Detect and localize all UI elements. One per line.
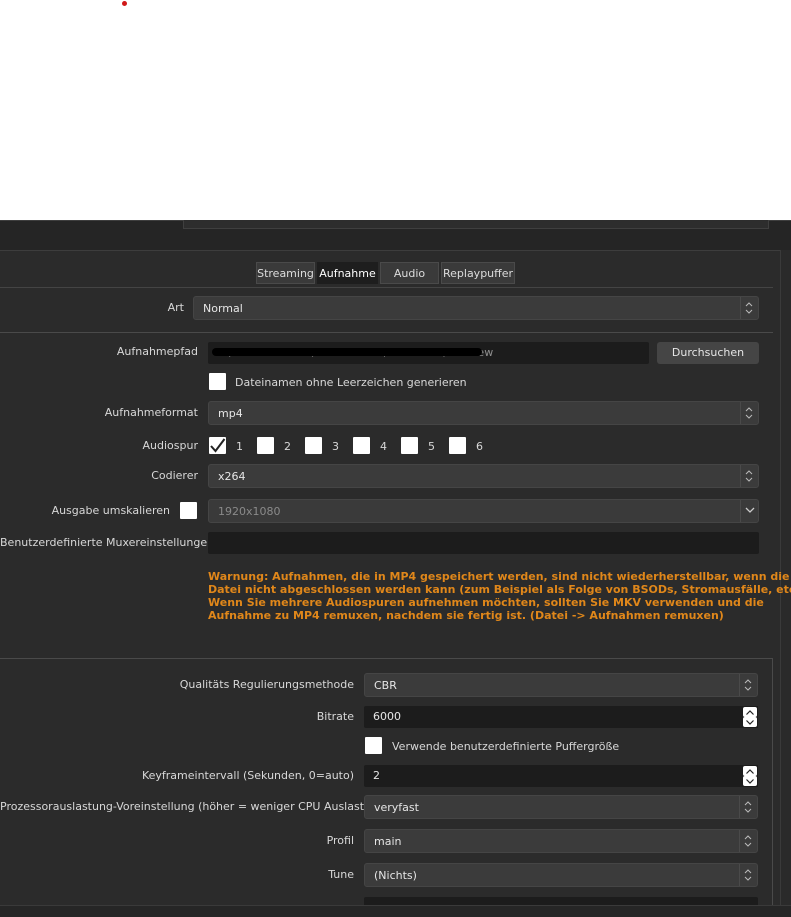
audio-track-1-label: 1 xyxy=(236,440,243,453)
warning-line: Wenn Sie mehrere Audiospuren aufnehmen m… xyxy=(208,596,764,609)
preset-select[interactable]: veryfast xyxy=(364,795,758,819)
format-label: Aufnahmeformat xyxy=(104,406,198,419)
audio-track-4-checkbox[interactable] xyxy=(353,437,370,454)
stepper-up-icon[interactable] xyxy=(743,766,757,776)
rescale-select-value: 1920x1080 xyxy=(218,505,281,518)
encoder-label: Codierer xyxy=(151,469,198,482)
profile-label: Profil xyxy=(326,834,354,847)
warning-line: Datei nicht abgeschlossen werden kann (z… xyxy=(208,583,791,596)
no-spaces-label: Dateinamen ohne Leerzeichen generieren xyxy=(235,376,467,389)
preset-label: Prozessorauslastung-Voreinstellung (höhe… xyxy=(0,800,390,813)
audio-track-3-label: 3 xyxy=(332,440,339,453)
updown-icon xyxy=(739,674,757,696)
tab-audio[interactable]: Audio xyxy=(380,262,439,284)
bitrate-input[interactable]: 6000 xyxy=(364,706,758,728)
tune-select-value: (Nichts) xyxy=(374,869,417,882)
tab-streaming[interactable]: Streaming xyxy=(256,262,315,284)
rescale-select[interactable]: 1920x1080 xyxy=(208,499,759,523)
audio-track-2-label: 2 xyxy=(284,440,291,453)
rescale-label: Ausgabe umskalieren xyxy=(51,504,170,517)
warning-line: Warnung: Aufnahmen, die in MP4 gespeiche… xyxy=(208,570,790,583)
warning-line: Aufnahme zu MP4 remuxen, nachdem sie fer… xyxy=(208,609,724,622)
updown-icon xyxy=(740,465,758,487)
keyframe-input[interactable]: 2 xyxy=(364,765,758,787)
bitrate-input-value: 6000 xyxy=(373,710,401,723)
audio-track-5-checkbox[interactable] xyxy=(401,437,418,454)
red-dot-marker xyxy=(122,1,127,6)
keyframe-input-value: 2 xyxy=(373,769,380,782)
mux-label: Benutzerdefinierte Muxereinstellungen xyxy=(0,536,215,549)
updown-icon xyxy=(740,297,758,319)
rescale-checkbox[interactable] xyxy=(180,502,197,519)
format-select[interactable]: mp4 xyxy=(208,401,759,425)
rate-control-select[interactable]: CBR xyxy=(364,673,758,697)
top-strip-box xyxy=(183,220,769,229)
updown-icon xyxy=(739,864,757,886)
chevron-down-icon xyxy=(740,500,758,522)
stepper-down-icon[interactable] xyxy=(743,717,757,727)
encoder-select[interactable]: x264 xyxy=(208,464,759,488)
custom-buffer-label: Verwende benutzerdefinierte Puffergröße xyxy=(392,740,620,753)
bitrate-stepper[interactable] xyxy=(742,706,758,728)
bitrate-label: Bitrate xyxy=(316,710,354,723)
encoder-select-value: x264 xyxy=(218,470,246,483)
profile-select[interactable]: main xyxy=(364,829,758,853)
keyframe-stepper[interactable] xyxy=(742,765,758,787)
audio-track-2-checkbox[interactable] xyxy=(257,437,274,454)
tab-replaypuffer[interactable]: Replaypuffer xyxy=(441,262,515,284)
rate-control-select-value: CBR xyxy=(374,679,397,692)
mux-input[interactable] xyxy=(208,532,759,554)
rate-control-label: Qualitäts Regulierungsmethode xyxy=(179,678,354,691)
keyframe-label: Keyframeintervall (Sekunden, 0=auto) xyxy=(141,769,354,782)
blank-canvas-area xyxy=(0,0,791,220)
preset-select-value: veryfast xyxy=(374,801,419,814)
audio-track-6-checkbox[interactable] xyxy=(449,437,466,454)
custom-buffer-checkbox[interactable] xyxy=(365,737,382,754)
type-select-value: Normal xyxy=(203,302,243,315)
no-spaces-checkbox[interactable] xyxy=(209,373,226,390)
redaction-bar xyxy=(212,348,482,356)
updown-icon xyxy=(739,796,757,818)
path-label: Aufnahmepfad xyxy=(116,345,198,358)
browse-button[interactable]: Durchsuchen xyxy=(657,342,759,364)
checkmark-icon xyxy=(210,438,226,453)
type-label: Art xyxy=(167,301,184,314)
mp4-warning: Warnung: Aufnahmen, die in MP4 gespeiche… xyxy=(208,570,791,622)
audio-track-5-label: 5 xyxy=(428,440,435,453)
profile-select-value: main xyxy=(374,835,402,848)
bottom-bar xyxy=(0,905,791,917)
audio-track-1-checkbox[interactable] xyxy=(209,437,226,454)
type-select[interactable]: Normal xyxy=(193,296,759,320)
tab-aufnahme[interactable]: Aufnahme xyxy=(317,262,378,284)
stepper-up-icon[interactable] xyxy=(743,707,757,717)
audio-track-6-label: 6 xyxy=(476,440,483,453)
audio-track-4-label: 4 xyxy=(380,440,387,453)
divider xyxy=(0,250,780,251)
tune-select[interactable]: (Nichts) xyxy=(364,863,758,887)
updown-icon xyxy=(739,830,757,852)
updown-icon xyxy=(740,402,758,424)
audio-track-label: Audiospur xyxy=(142,439,198,452)
tune-label: Tune xyxy=(328,868,354,881)
stepper-down-icon[interactable] xyxy=(743,776,757,786)
audio-track-3-checkbox[interactable] xyxy=(305,437,322,454)
format-select-value: mp4 xyxy=(218,407,243,420)
